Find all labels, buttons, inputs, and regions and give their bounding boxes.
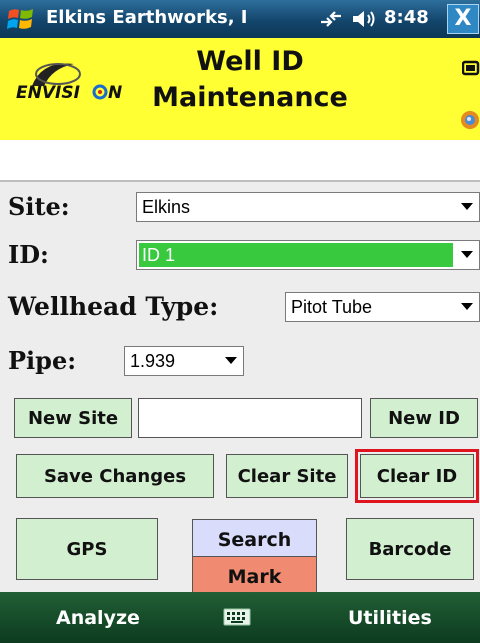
analyze-soft-key[interactable]: Analyze	[56, 607, 140, 629]
id-dropdown[interactable]: ID 1	[136, 240, 480, 270]
pipe-dropdown[interactable]: 1.939	[124, 346, 244, 376]
search-button[interactable]: Search	[192, 519, 317, 560]
clock[interactable]: 8:48	[384, 7, 429, 28]
id-value: ID 1	[142, 245, 176, 265]
clear-id-button[interactable]: Clear ID	[355, 449, 479, 503]
soft-key-bar: Analyze Utilities	[0, 592, 480, 643]
mark-button[interactable]: Mark	[192, 556, 317, 597]
wellhead-type-value: Pitot Tube	[291, 297, 373, 317]
svg-text:N: N	[108, 83, 122, 103]
app-header: ENVISI N Well ID Maintenance	[0, 38, 480, 140]
chevron-down-icon	[219, 347, 243, 375]
id-label: ID:	[8, 240, 49, 269]
pipe-value: 1.939	[130, 351, 176, 371]
pipe-label: Pipe:	[8, 346, 77, 375]
chevron-down-icon	[455, 241, 479, 269]
close-button[interactable]: X	[447, 4, 479, 34]
save-changes-button[interactable]: Save Changes	[16, 454, 214, 498]
new-id-button[interactable]: New ID	[370, 398, 478, 438]
gps-button[interactable]: GPS	[16, 518, 158, 580]
envision-logo: ENVISI N	[16, 63, 122, 103]
new-site-input[interactable]	[138, 398, 362, 438]
barcode-button[interactable]: Barcode	[346, 518, 474, 580]
app-title: Elkins Earthworks, I	[46, 7, 248, 28]
clear-site-button[interactable]: Clear Site	[226, 454, 348, 498]
wellhead-type-label: Wellhead Type:	[8, 292, 219, 321]
globe-icon	[461, 111, 479, 129]
volume-icon[interactable]	[350, 8, 378, 30]
keyboard-icon[interactable]	[223, 607, 251, 627]
site-value: Elkins	[142, 197, 191, 217]
windows-start-icon[interactable]	[6, 5, 36, 33]
site-label: Site:	[8, 192, 70, 221]
wellhead-type-dropdown[interactable]: Pitot Tube	[285, 292, 480, 322]
status-bar: Elkins Earthworks, I 8:48 X	[0, 0, 480, 38]
svg-text:ENVISI: ENVISI	[16, 83, 80, 103]
page-title-line2: Maintenance	[152, 82, 348, 113]
chevron-down-icon	[455, 193, 479, 221]
connectivity-icon[interactable]	[318, 8, 344, 30]
page-title-line1: Well ID	[196, 46, 304, 77]
new-site-button[interactable]: New Site	[14, 398, 132, 438]
site-dropdown[interactable]: Elkins	[136, 192, 480, 222]
battery-icon	[462, 60, 480, 76]
utilities-soft-key[interactable]: Utilities	[348, 607, 432, 629]
chevron-down-icon	[455, 293, 479, 321]
